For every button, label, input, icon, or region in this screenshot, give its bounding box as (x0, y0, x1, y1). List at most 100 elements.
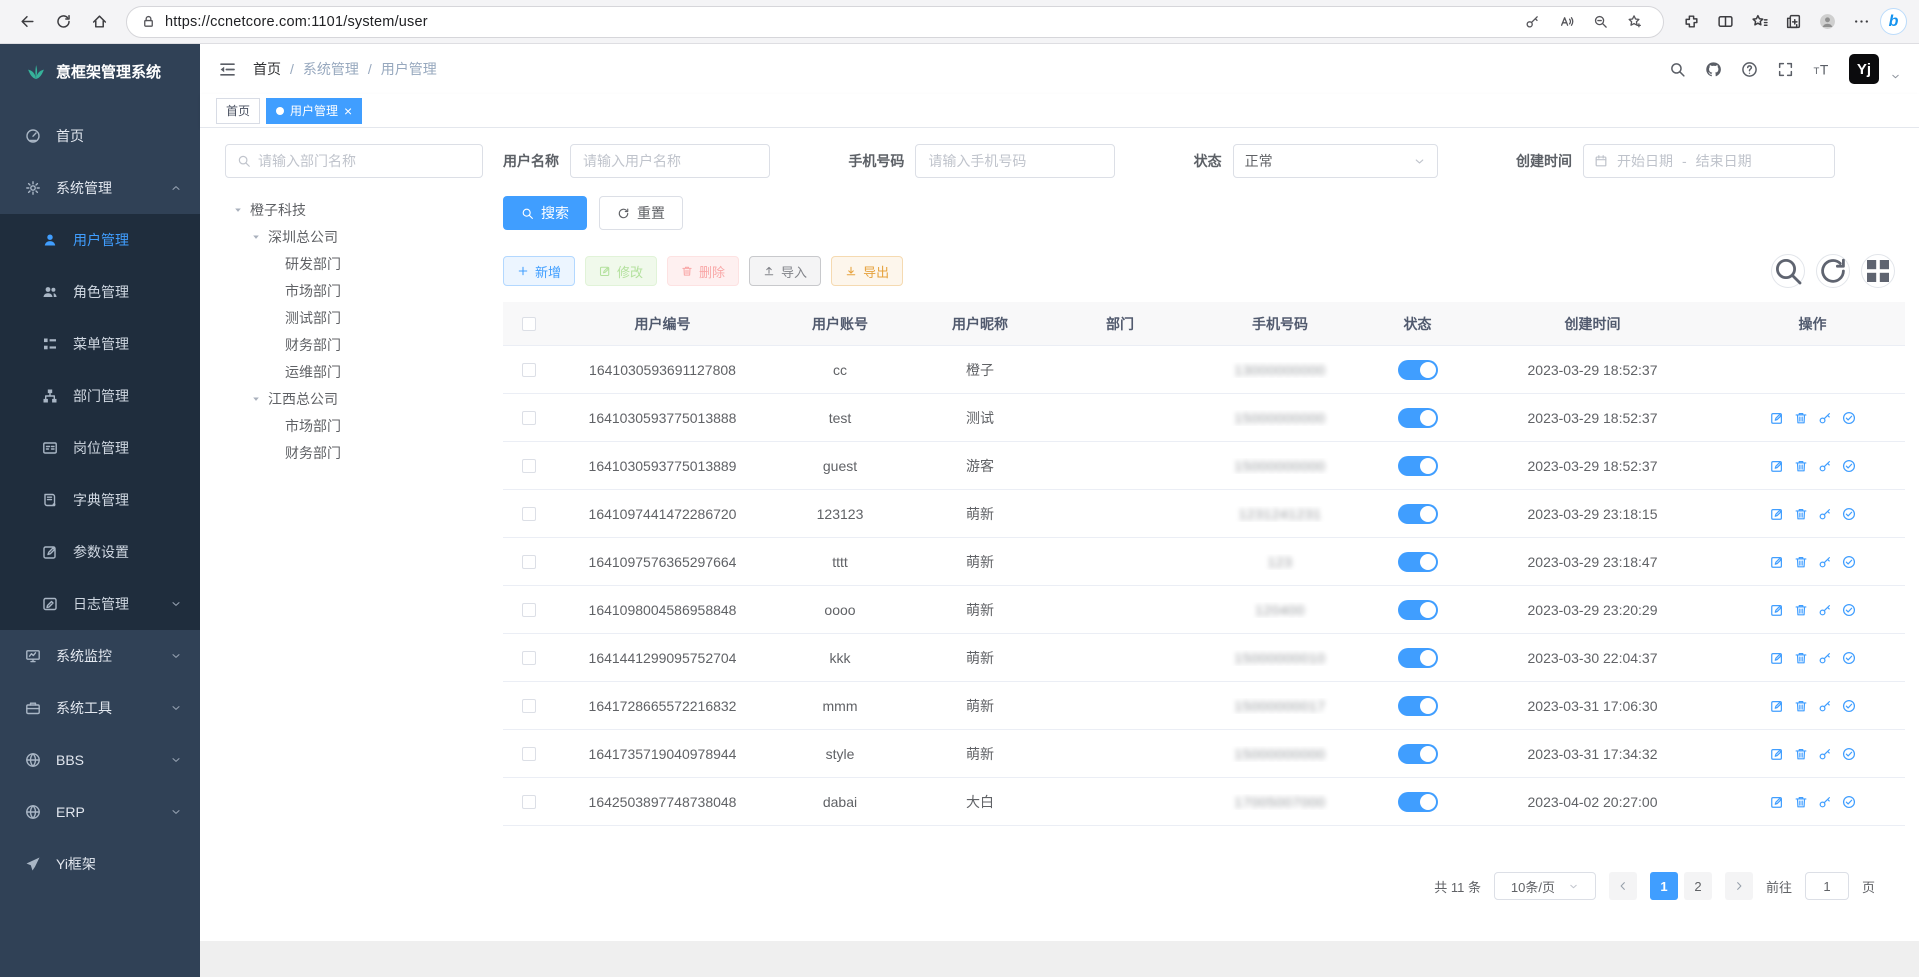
status-toggle[interactable] (1398, 408, 1438, 428)
address-bar[interactable]: https://ccnetcore.com:1101/system/user (126, 6, 1664, 38)
toolbar-button-导出[interactable]: 导出 (831, 256, 903, 286)
tree-node[interactable]: 测试部门 (225, 304, 483, 331)
back-icon[interactable] (12, 7, 42, 37)
assign-role-icon[interactable] (1842, 555, 1856, 569)
delete-icon[interactable] (1794, 603, 1808, 617)
status-toggle[interactable] (1398, 360, 1438, 380)
delete-icon[interactable] (1794, 507, 1808, 521)
reset-password-icon[interactable] (1818, 411, 1832, 425)
delete-icon[interactable] (1794, 747, 1808, 761)
page-button-1[interactable]: 1 (1650, 872, 1678, 900)
page-size-select[interactable]: 10条/页 (1494, 872, 1596, 900)
key-icon[interactable] (1517, 7, 1547, 37)
edit-icon[interactable] (1770, 555, 1784, 569)
sidebar-item-菜单管理[interactable]: 菜单管理 (0, 318, 200, 370)
edit-icon[interactable] (1770, 411, 1784, 425)
select-all-checkbox[interactable] (522, 317, 536, 331)
tree-node[interactable]: 市场部门 (225, 412, 483, 439)
github-icon[interactable] (1705, 61, 1722, 78)
row-checkbox[interactable] (522, 651, 536, 665)
reset-password-icon[interactable] (1818, 555, 1832, 569)
favorites-icon[interactable] (1744, 7, 1774, 37)
avatar[interactable]: Yj (1849, 54, 1879, 84)
toolbar-button-修改[interactable]: 修改 (585, 256, 657, 286)
delete-icon[interactable] (1794, 651, 1808, 665)
tool-refresh-icon[interactable] (1816, 254, 1850, 288)
assign-role-icon[interactable] (1842, 459, 1856, 473)
status-toggle[interactable] (1398, 504, 1438, 524)
help-icon[interactable] (1741, 61, 1758, 78)
tree-node[interactable]: 运维部门 (225, 358, 483, 385)
toolbar-button-新增[interactable]: 新增 (503, 256, 575, 286)
search-button[interactable]: 搜索 (503, 196, 587, 230)
delete-icon[interactable] (1794, 459, 1808, 473)
status-toggle[interactable] (1398, 744, 1438, 764)
delete-icon[interactable] (1794, 555, 1808, 569)
split-screen-icon[interactable] (1710, 7, 1740, 37)
tree-node[interactable]: 市场部门 (225, 277, 483, 304)
reset-password-icon[interactable] (1818, 603, 1832, 617)
next-page-button[interactable] (1725, 872, 1753, 900)
reset-password-icon[interactable] (1818, 507, 1832, 521)
row-checkbox[interactable] (522, 747, 536, 761)
reset-password-icon[interactable] (1818, 459, 1832, 473)
delete-icon[interactable] (1794, 795, 1808, 809)
edit-icon[interactable] (1770, 507, 1784, 521)
breadcrumb-item[interactable]: 系统管理 (303, 59, 359, 79)
chevron-down-icon[interactable] (1890, 71, 1901, 82)
tab-首页[interactable]: 首页 (216, 98, 260, 124)
row-checkbox[interactable] (522, 699, 536, 713)
row-checkbox[interactable] (522, 459, 536, 473)
row-checkbox[interactable] (522, 795, 536, 809)
date-range-picker[interactable]: 开始日期 - 结束日期 (1583, 144, 1835, 178)
breadcrumb-item[interactable]: 用户管理 (381, 59, 437, 79)
delete-icon[interactable] (1794, 699, 1808, 713)
refresh-icon[interactable] (48, 7, 78, 37)
department-search-box[interactable]: 请输入部门名称 (225, 144, 483, 178)
add-favorite-icon[interactable] (1619, 7, 1649, 37)
tree-node[interactable]: 研发部门 (225, 250, 483, 277)
page-button-2[interactable]: 2 (1684, 872, 1712, 900)
font-size-icon[interactable]: TT (1813, 61, 1830, 78)
reset-password-icon[interactable] (1818, 699, 1832, 713)
edit-icon[interactable] (1770, 699, 1784, 713)
assign-role-icon[interactable] (1842, 795, 1856, 809)
sidebar-item-ERP[interactable]: ERP (0, 786, 200, 838)
sidebar-item-字典管理[interactable]: 字典管理 (0, 474, 200, 526)
username-input[interactable] (570, 144, 770, 178)
tool-search-icon[interactable] (1771, 254, 1805, 288)
goto-page-input[interactable] (1805, 872, 1849, 900)
tab-用户管理[interactable]: 用户管理 × (266, 98, 362, 124)
status-toggle[interactable] (1398, 600, 1438, 620)
status-toggle[interactable] (1398, 696, 1438, 716)
sidebar-item-首页[interactable]: 首页 (0, 110, 200, 162)
reset-password-icon[interactable] (1818, 747, 1832, 761)
sidebar-item-角色管理[interactable]: 角色管理 (0, 266, 200, 318)
profile-avatar-icon[interactable] (1812, 7, 1842, 37)
sidebar-item-系统管理[interactable]: 系统管理 (0, 162, 200, 214)
edit-icon[interactable] (1770, 747, 1784, 761)
home-icon[interactable] (84, 7, 114, 37)
status-toggle[interactable] (1398, 648, 1438, 668)
edit-icon[interactable] (1770, 603, 1784, 617)
assign-role-icon[interactable] (1842, 411, 1856, 425)
row-checkbox[interactable] (522, 507, 536, 521)
assign-role-icon[interactable] (1842, 699, 1856, 713)
tree-node[interactable]: 财务部门 (225, 439, 483, 466)
status-toggle[interactable] (1398, 552, 1438, 572)
tree-node[interactable]: 橙子科技 (225, 196, 483, 223)
hamburger-icon[interactable] (218, 60, 237, 79)
tree-node[interactable]: 江西总公司 (225, 385, 483, 412)
phone-input[interactable] (915, 144, 1115, 178)
sidebar-item-系统监控[interactable]: 系统监控 (0, 630, 200, 682)
status-toggle[interactable] (1398, 792, 1438, 812)
copilot-icon[interactable]: b (1880, 8, 1907, 35)
status-toggle[interactable] (1398, 456, 1438, 476)
sidebar-item-Yi框架[interactable]: Yi框架 (0, 838, 200, 890)
assign-role-icon[interactable] (1842, 651, 1856, 665)
assign-role-icon[interactable] (1842, 603, 1856, 617)
delete-icon[interactable] (1794, 411, 1808, 425)
more-icon[interactable] (1846, 7, 1876, 37)
sidebar-item-BBS[interactable]: BBS (0, 734, 200, 786)
url-text[interactable]: https://ccnetcore.com:1101/system/user (165, 14, 1508, 30)
